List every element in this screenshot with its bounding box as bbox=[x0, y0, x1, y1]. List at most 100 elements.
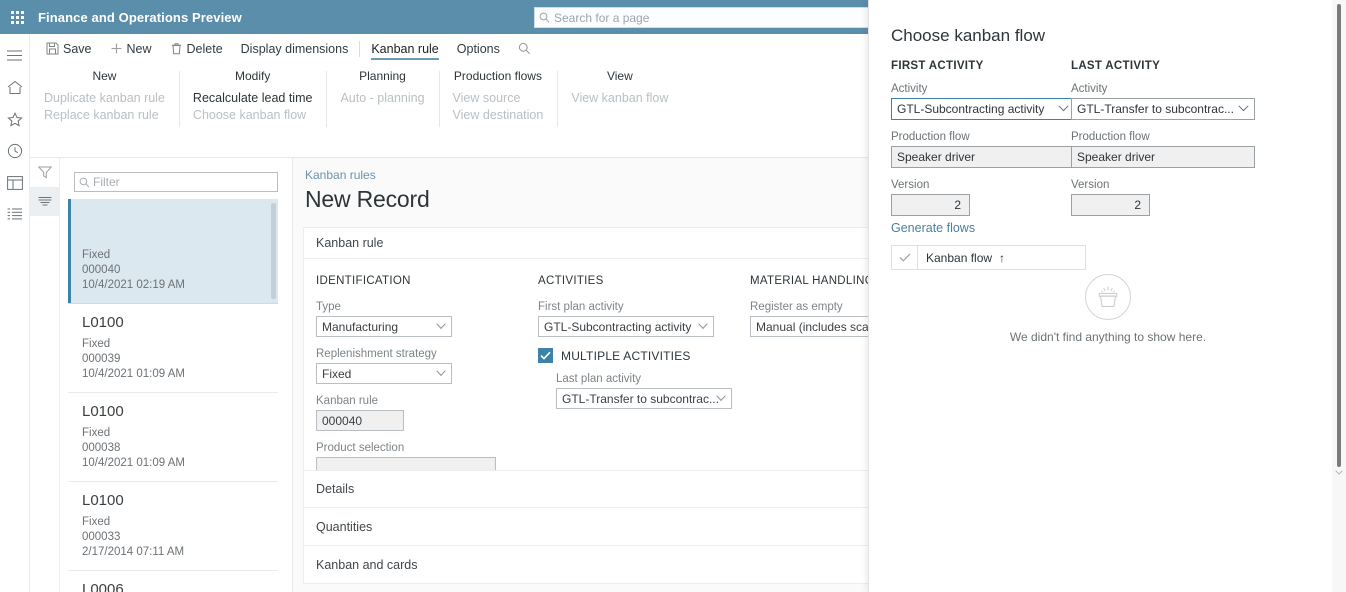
first-version-input[interactable]: 2 bbox=[891, 194, 970, 216]
column-activities: ACTIVITIES First plan activity GTL-Subco… bbox=[526, 275, 738, 489]
group-title: New bbox=[92, 69, 117, 83]
panel-title: Choose kanban flow bbox=[891, 26, 1046, 45]
checkbox-checked-icon[interactable] bbox=[538, 348, 553, 363]
scrollbar-thumb[interactable] bbox=[1337, 4, 1341, 467]
options-button[interactable]: Options bbox=[448, 34, 509, 63]
list-item[interactable]: L0100 Fixed 000033 2/17/2014 07:11 AM bbox=[68, 482, 278, 571]
new-button[interactable]: New bbox=[101, 34, 161, 63]
last-plan-activity-select[interactable]: GTL-Transfer to subcontrac... bbox=[556, 388, 732, 409]
column-heading: IDENTIFICATION bbox=[316, 275, 411, 287]
home-icon[interactable] bbox=[0, 71, 30, 103]
column-material-handling: MATERIAL HANDLING UNI Register as empty … bbox=[738, 275, 876, 489]
breadcrumb[interactable]: Kanban rules bbox=[305, 168, 376, 182]
generate-flows-link[interactable]: Generate flows bbox=[891, 221, 975, 235]
multiple-activities-checkbox-row[interactable]: MULTIPLE ACTIVITIES bbox=[538, 348, 726, 363]
first-plan-activity-value: GTL-Subcontracting activity bbox=[544, 319, 692, 334]
action-replace-kanban-rule[interactable]: Replace kanban rule bbox=[44, 107, 165, 123]
kanban-rule-input[interactable]: 000040 bbox=[316, 410, 404, 431]
workspace-icon[interactable] bbox=[0, 167, 30, 199]
hamburger-menu-icon[interactable] bbox=[0, 39, 30, 71]
filter-input[interactable] bbox=[93, 175, 277, 189]
chevron-down-icon bbox=[436, 323, 446, 330]
fast-tabs: Details Quantities Kanban and cards bbox=[303, 470, 876, 584]
action-choose-kanban-flow[interactable]: Choose kanban flow bbox=[193, 107, 313, 123]
action-auto-planning[interactable]: Auto - planning bbox=[340, 90, 424, 106]
grid-column-header[interactable]: Kanban flow ↑ bbox=[918, 251, 1005, 265]
card-header: Kanban rule bbox=[304, 228, 876, 259]
field-type: Type Manufacturing bbox=[316, 301, 514, 337]
list-icon[interactable] bbox=[0, 199, 30, 231]
chevron-down-icon[interactable] bbox=[1334, 468, 1344, 478]
last-activity-select[interactable]: GTL-Transfer to subcontrac... bbox=[1071, 98, 1255, 120]
list-filter[interactable] bbox=[74, 172, 278, 192]
save-button[interactable]: Save bbox=[37, 34, 101, 63]
card-title: L0100 bbox=[82, 403, 124, 420]
list-item[interactable]: Fixed 000040 10/4/2021 02:19 AM bbox=[68, 199, 278, 304]
list-item[interactable]: L0006 bbox=[68, 571, 278, 592]
register-as-empty-select[interactable]: Manual (includes scannin bbox=[750, 316, 876, 337]
last-production-flow-input[interactable]: Speaker driver bbox=[1071, 146, 1255, 168]
app-launcher-icon[interactable] bbox=[0, 0, 34, 34]
last-version-input[interactable]: 2 bbox=[1071, 194, 1150, 216]
list-options-icon[interactable] bbox=[30, 187, 60, 216]
kanban-rule-list[interactable]: Fixed 000040 10/4/2021 02:19 AM L0100 Fi… bbox=[68, 199, 278, 592]
fasttab-kanban-and-cards[interactable]: Kanban and cards bbox=[303, 546, 876, 584]
fasttab-quantities[interactable]: Quantities bbox=[303, 508, 876, 546]
empty-box-icon bbox=[1085, 274, 1131, 320]
tab-kanban-rule[interactable]: Kanban rule bbox=[362, 34, 447, 63]
field-last-production-flow: Production flow Speaker driver bbox=[1071, 131, 1255, 168]
card-strategy: Fixed bbox=[82, 516, 111, 528]
action-view-source[interactable]: View source bbox=[453, 90, 544, 106]
plus-icon bbox=[110, 42, 123, 55]
clock-icon[interactable] bbox=[0, 135, 30, 167]
card-title: L0100 bbox=[82, 314, 124, 331]
card-date: 10/4/2021 02:19 AM bbox=[82, 279, 185, 291]
trash-icon bbox=[170, 42, 183, 55]
action-duplicate-kanban-rule[interactable]: Duplicate kanban rule bbox=[44, 90, 165, 106]
star-icon[interactable] bbox=[0, 103, 30, 135]
first-activity-select[interactable]: GTL-Subcontracting activity bbox=[891, 98, 1075, 120]
list-item[interactable]: L0100 Fixed 000038 10/4/2021 01:09 AM bbox=[68, 393, 278, 482]
multiple-activities-label: MULTIPLE ACTIVITIES bbox=[561, 348, 691, 363]
search-input[interactable] bbox=[554, 10, 871, 25]
field-last-activity: Activity GTL-Transfer to subcontrac... bbox=[1071, 83, 1255, 120]
type-select[interactable]: Manufacturing bbox=[316, 316, 452, 337]
display-dimensions-button[interactable]: Display dimensions bbox=[232, 34, 358, 63]
action-view-kanban-flow[interactable]: View kanban flow bbox=[571, 90, 668, 106]
global-search[interactable] bbox=[534, 7, 872, 28]
field-last-version: Version 2 bbox=[1071, 179, 1255, 216]
field-label: Activity bbox=[891, 83, 928, 95]
field-last-plan-activity: Last plan activity GTL-Transfer to subco… bbox=[556, 373, 732, 409]
first-plan-activity-select[interactable]: GTL-Subcontracting activity bbox=[538, 316, 714, 337]
fasttab-details[interactable]: Details bbox=[303, 470, 876, 508]
field-kanban-rule: Kanban rule 000040 bbox=[316, 395, 514, 431]
command-search-button[interactable] bbox=[509, 34, 540, 63]
field-label: Replenishment strategy bbox=[316, 348, 437, 360]
first-activity-value: GTL-Subcontracting activity bbox=[897, 102, 1045, 116]
app-title: Finance and Operations Preview bbox=[38, 9, 242, 25]
first-production-flow-input[interactable]: Speaker driver bbox=[891, 146, 1075, 168]
action-recalculate-lead-time[interactable]: Recalculate lead time bbox=[193, 90, 313, 106]
first-version-value: 2 bbox=[954, 198, 961, 212]
filter-funnel-icon[interactable] bbox=[30, 158, 60, 187]
card-strategy: Fixed bbox=[82, 249, 111, 261]
card-title: L0006 bbox=[82, 581, 124, 592]
replenishment-strategy-select[interactable]: Fixed bbox=[316, 363, 452, 384]
delete-label: Delete bbox=[186, 41, 223, 56]
delete-button[interactable]: Delete bbox=[161, 34, 232, 63]
chevron-down-icon bbox=[698, 323, 708, 330]
grid-column-label: Kanban flow bbox=[926, 250, 993, 265]
choose-kanban-flow-panel: Choose kanban flow FIRST ACTIVITY Activi… bbox=[868, 0, 1346, 592]
chevron-down-icon bbox=[436, 370, 446, 377]
new-label: New bbox=[126, 41, 152, 56]
last-plan-activity-value: GTL-Transfer to subcontrac... bbox=[562, 391, 719, 406]
vertical-scrollbar[interactable] bbox=[1332, 0, 1346, 592]
field-replenishment-strategy: Replenishment strategy Fixed bbox=[316, 348, 514, 384]
nav-rail bbox=[0, 34, 30, 592]
list-item[interactable]: L0100 Fixed 000039 10/4/2021 01:09 AM bbox=[68, 304, 278, 393]
action-view-destination[interactable]: View destination bbox=[453, 107, 544, 123]
select-all-checkmark-icon[interactable] bbox=[892, 246, 918, 269]
field-label: Kanban rule bbox=[316, 395, 379, 407]
group-title: Production flows bbox=[453, 69, 542, 83]
field-label: Activity bbox=[1071, 83, 1108, 95]
